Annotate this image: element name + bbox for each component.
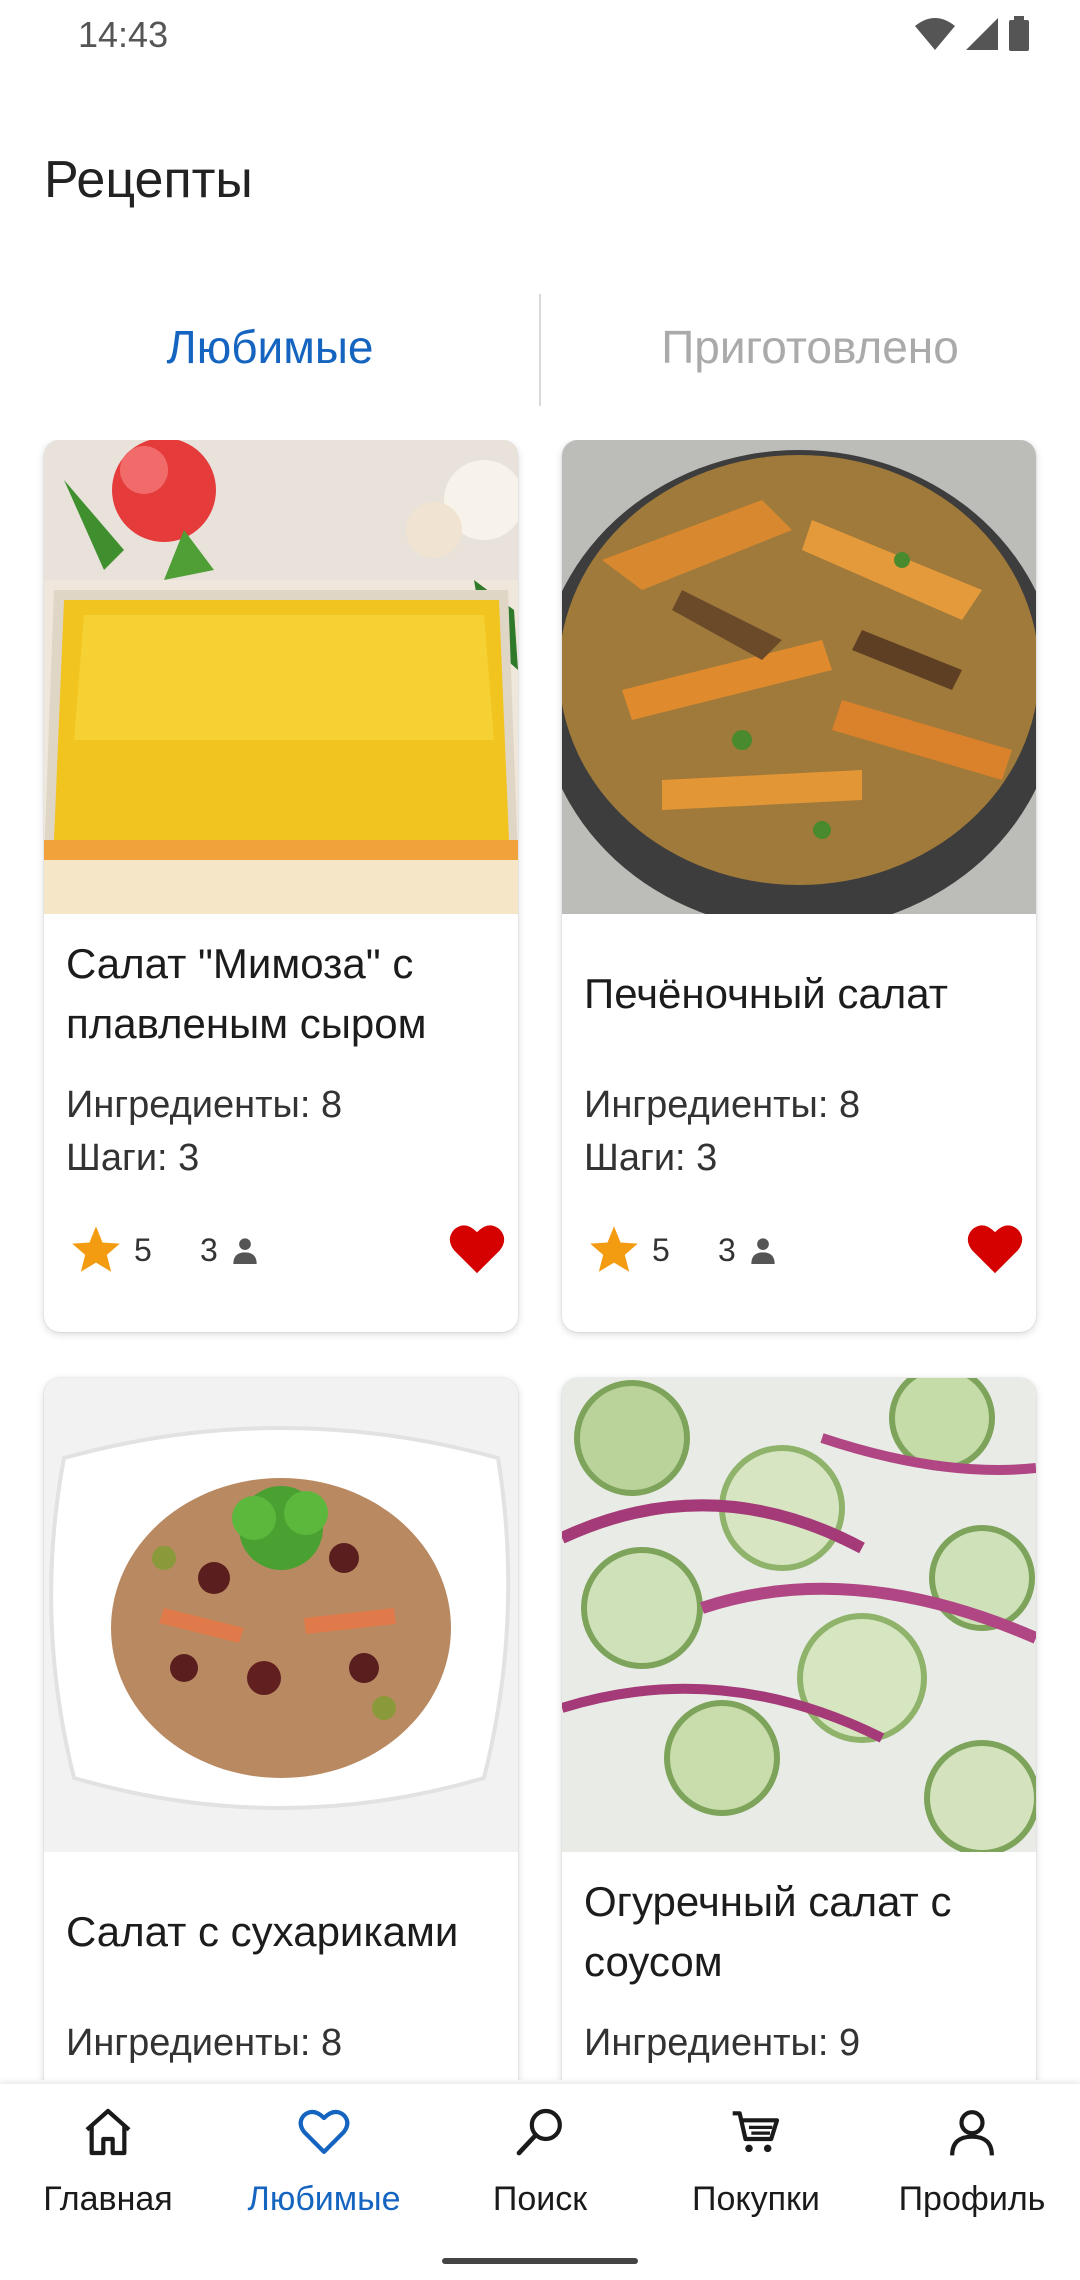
recipe-title: Печёночный салат [584,970,948,1017]
recipe-info: Ингредиенты: 8 [66,2017,342,2070]
recipe-info: Ингредиенты: 8 Шаги: 3 [584,1079,860,1185]
card-body: Салат "Мимоза" с плавленым сыром Ингреди… [44,914,518,1332]
person-icon [751,1238,775,1264]
nav-search[interactable]: Поиск [432,2104,648,2234]
ingredients-count: Ингредиенты: 8 [66,2022,343,2064]
servings-value: 3 [718,1232,736,1268]
ingredients-count: Ингредиенты: 8 [584,1084,861,1126]
recipe-card[interactable]: Огуречный салат с соусом Ингредиенты: 9 [562,1378,1036,2080]
recipe-card[interactable]: Салат "Мимоза" с плавленым сыром Ингреди… [44,440,518,1332]
nav-home[interactable]: Главная [0,2104,216,2234]
card-body: Салат с сухариками Ингредиенты: 8 [44,1852,518,2080]
heart-outline-icon [298,2109,350,2154]
nav-home-label: Главная [43,2180,173,2218]
cucumber-salad-photo [562,1378,1036,1852]
nav-profile[interactable]: Профиль [864,2104,1080,2234]
rating-value: 5 [652,1232,670,1268]
heart-icon[interactable] [448,1222,506,1276]
tab-favorites[interactable]: Любимые [0,320,540,374]
card-title-box: Салат с сухариками [66,1872,506,1992]
profile-icon [950,2110,994,2156]
battery-icon [1009,16,1029,51]
nav-shopping-label: Покупки [692,2180,820,2218]
star-icon [590,1226,638,1272]
status-time: 14:43 [78,14,169,55]
status-icons [914,16,1030,52]
nav-shopping[interactable]: Покупки [648,2104,864,2234]
crouton-salad-photo [44,1378,518,1852]
home-icon [85,2108,131,2156]
card-footer: 5 3 [66,1214,506,1284]
recipe-info: Ингредиенты: 9 [584,2017,860,2070]
status-bar: 14:43 [0,0,1080,70]
recipe-info: Ингредиенты: 8 Шаги: 3 [66,1079,342,1185]
ingredients-count: Ингредиенты: 9 [584,2022,861,2064]
servings-value: 3 [200,1232,218,1268]
bottom-navigation: Главная Любимые Поиск Покупки Профиль [0,2084,1080,2280]
recipe-title: Салат с сухариками [66,1908,459,1955]
card-title-box: Печёночный салат [584,934,1024,1054]
recipe-card[interactable]: Печёночный салат Ингредиенты: 8 Шаги: 3 … [562,440,1036,1332]
person-icon [233,1238,257,1264]
card-title-box: Огуречный салат с соусом [584,1872,1024,1992]
recipe-card[interactable]: Салат с сухариками Ингредиенты: 8 [44,1378,518,2080]
nav-search-label: Поиск [492,2180,588,2218]
recipe-title: Салат "Мимоза" с плавленым сыром [66,940,427,1047]
steps-count: Шаги: 3 [66,1137,200,1179]
star-icon [72,1226,120,1272]
recipe-title: Огуречный салат с соусом [584,1878,952,1985]
page-title: Рецепты [44,151,253,209]
liver-salad-photo [562,440,1036,914]
tab-cooked[interactable]: Приготовлено [540,320,1080,374]
card-body: Огуречный салат с соусом Ингредиенты: 9 [562,1852,1036,2080]
heart-icon[interactable] [966,1222,1024,1276]
recipe-grid: Салат "Мимоза" с плавленым сыром Ингреди… [0,440,1080,2080]
nav-favorites-label: Любимые [247,2180,401,2218]
steps-count: Шаги: 3 [584,1137,718,1179]
wifi-icon [915,18,955,50]
nav-favorites[interactable]: Любимые [216,2104,432,2234]
card-body: Печёночный салат Ингредиенты: 8 Шаги: 3 … [562,914,1036,1332]
tab-bar: Любимые Приготовлено [0,290,1080,410]
search-icon [516,2108,562,2156]
rating-value: 5 [134,1232,152,1268]
home-indicator [442,2258,638,2264]
card-title-box: Салат "Мимоза" с плавленым сыром [66,934,506,1054]
nav-profile-label: Профиль [898,2180,1046,2218]
ingredients-count: Ингредиенты: 8 [66,1084,343,1126]
cart-icon [732,2111,780,2153]
card-footer: 5 3 [584,1214,1024,1284]
signal-icon [966,18,998,50]
mimosa-salad-photo [44,440,518,914]
